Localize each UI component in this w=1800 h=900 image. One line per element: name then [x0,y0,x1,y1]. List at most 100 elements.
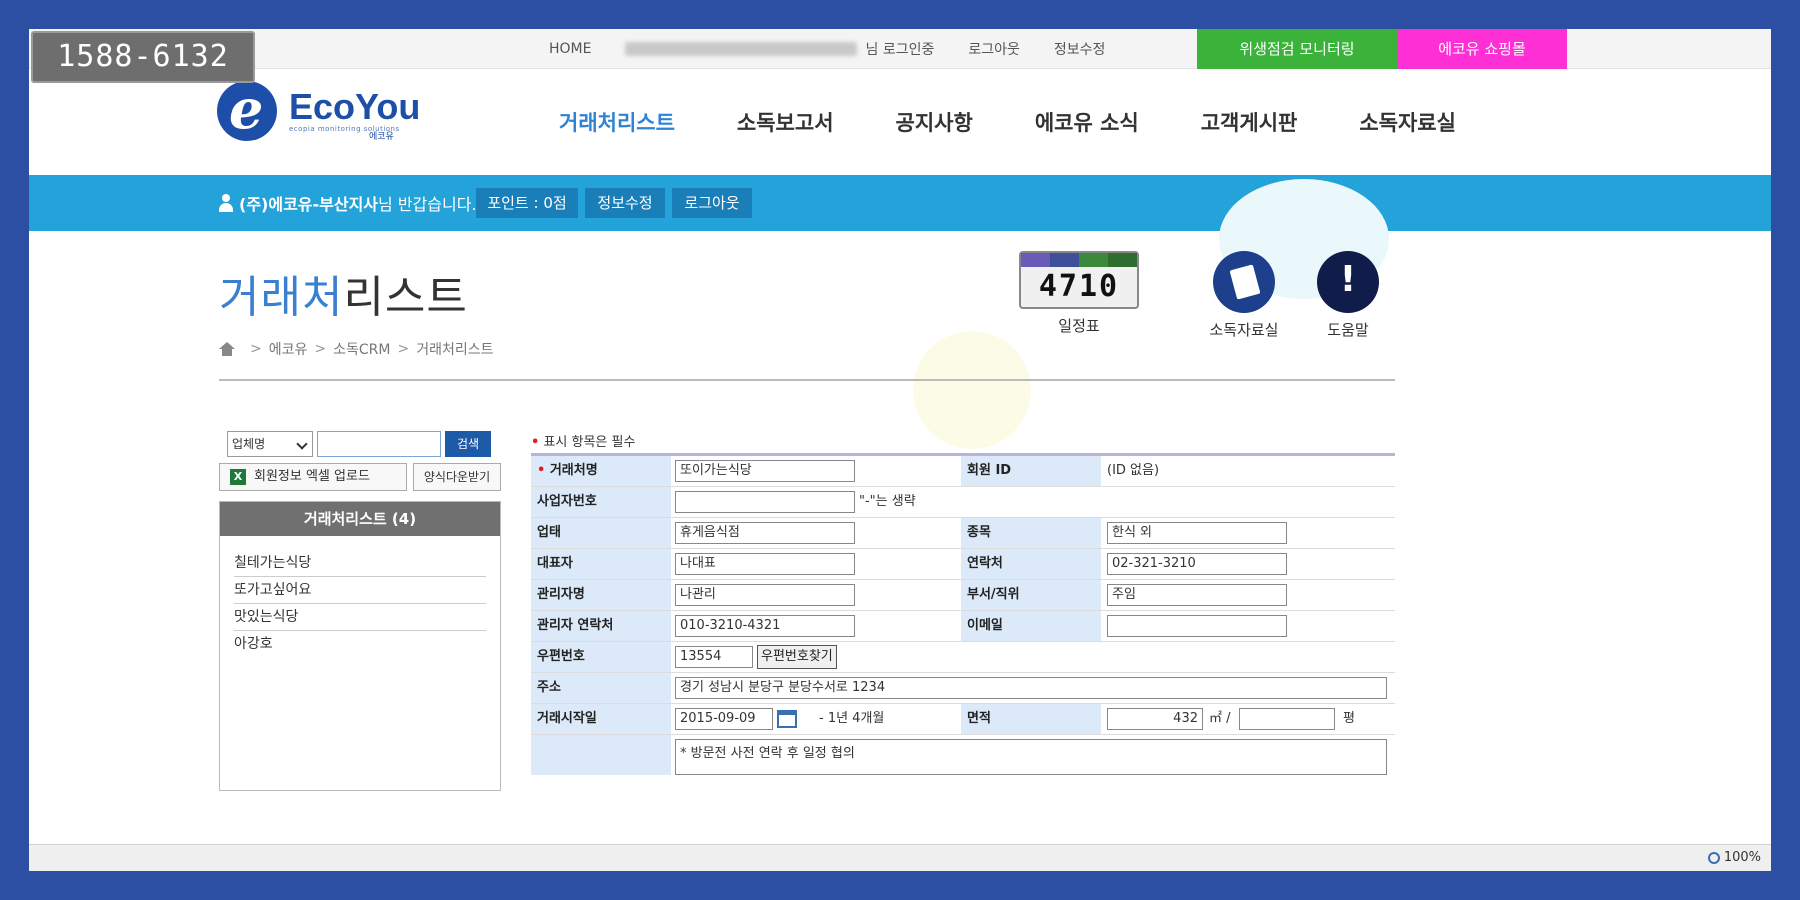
category-label: 종목 [961,518,1101,548]
manager-field[interactable]: 나관리 [675,584,855,606]
breadcrumb-item[interactable]: 소독CRM [333,339,390,359]
points-button[interactable]: 포인트 : 0점 [476,188,578,218]
form-row: * 방문전 사전 연락 후 일정 협의 [531,735,1395,775]
form-row: 사업자번호 "-"는 생략 [531,487,1395,518]
form-row: 관리자 연락처 010-3210-4321 이메일 [531,611,1395,642]
nav-notice[interactable]: 공지사항 [896,107,973,137]
address-field[interactable]: 경기 성남시 분당구 분당수서로 1234 [675,677,1387,699]
zoom-indicator[interactable]: 100% [1707,845,1761,871]
start-date-field[interactable]: 2015-09-09 [675,708,773,730]
industry-label: 업태 [531,518,671,548]
contact-field[interactable]: 02-321-3210 [1107,553,1287,575]
area-pyeong-field[interactable] [1239,708,1335,730]
area-unit-m2: ㎡ / [1209,711,1231,726]
quick-help[interactable]: ! 도움말 [1313,251,1383,340]
member-logout-button[interactable]: 로그아웃 [672,188,752,218]
email-field[interactable] [1107,615,1287,637]
search-type-select[interactable]: 업체명 [227,431,313,457]
member-name: (주)에코유-부산지사 [239,195,379,214]
page-title-rest: 리스트 [343,272,468,323]
quick-calendar[interactable]: 4710 일정표 [1019,251,1139,336]
form-row: 업태 휴게음식점 종목 한식 외 [531,518,1395,549]
breadcrumb-separator: > [397,341,410,357]
phone-number-badge: 1588-6132 [31,31,255,83]
email-label: 이메일 [961,611,1101,641]
page-title: 거래처리스트 [219,261,468,325]
decoration-circle [913,331,1031,449]
start-date-label: 거래시작일 [531,704,671,734]
dept-field[interactable]: 주임 [1107,584,1287,606]
nav-ecoyou-news[interactable]: 에코유 소식 [1035,107,1139,137]
page-title-highlight: 거래처 [219,272,344,323]
format-download-button[interactable]: 양식다운받기 [413,463,501,491]
blurred-username [625,42,858,56]
zoom-level: 100% [1723,850,1761,865]
logo-brand: EcoYou [289,86,421,127]
member-edit-button[interactable]: 정보수정 [585,188,665,218]
list-item[interactable]: 아강호 [234,631,486,658]
welcome-message: (주)에코유-부산지사 님 반갑습니다. [219,175,477,231]
area-m2-field[interactable]: 432 [1107,708,1203,730]
zoom-icon [1707,852,1720,864]
welcome-suffix: 님 반갑습니다. [378,195,477,214]
ceo-field[interactable]: 나대표 [675,553,855,575]
logo-korean: 에코유 [369,132,394,142]
list-item[interactable]: 칠테가는식당 [234,550,486,577]
biz-no-field[interactable] [675,491,855,513]
industry-field[interactable]: 휴게음식점 [675,522,855,544]
client-name-field[interactable]: 또이가는식당 [675,460,855,482]
client-list-title: 거래처리스트 (4) [220,502,500,536]
home-link[interactable]: HOME [549,41,591,57]
biz-no-hint: "-"는 생략 [859,494,916,509]
help-label: 도움말 [1327,321,1369,339]
nav-disinfection-library[interactable]: 소독자료실 [1359,107,1456,137]
required-note: • 표시 항목은 필수 [531,431,635,450]
logout-link[interactable]: 로그아웃 [968,39,1020,59]
shop-button[interactable]: 에코유 쇼핑몰 [1397,29,1567,69]
dept-label: 부서/직위 [961,580,1101,610]
contact-label: 연락처 [961,549,1101,579]
logo-e-icon [217,77,277,141]
zip-label: 우편번호 [531,642,671,672]
manager-contact-label: 관리자 연락처 [531,611,671,641]
form-row: 주소 경기 성남시 분당구 분당수서로 1234 [531,673,1395,704]
calendar-picker-icon[interactable] [777,710,797,728]
ceo-label: 대표자 [531,549,671,579]
list-item[interactable]: 또가고싶어요 [234,577,486,604]
docs-label: 소독자료실 [1209,321,1279,339]
main-navigation: 거래처리스트 소독보고서 공지사항 에코유 소식 고객게시판 소독자료실 [559,69,1518,175]
excel-upload-button[interactable]: X 회원정보 엑셀 업로드 [219,463,407,491]
memo-textarea[interactable]: * 방문전 사전 연락 후 일정 협의 [675,739,1387,775]
breadcrumb-item[interactable]: 에코유 [269,339,308,359]
excel-upload-label: 회원정보 엑셀 업로드 [254,469,370,484]
quick-docs[interactable]: 소독자료실 [1199,251,1289,340]
search-input[interactable] [317,431,441,457]
edit-info-link[interactable]: 정보수정 [1054,39,1106,59]
zip-field[interactable]: 13554 [675,646,753,668]
exclamation-icon: ! [1317,251,1379,313]
category-field[interactable]: 한식 외 [1107,522,1287,544]
manager-contact-field[interactable]: 010-3210-4321 [675,615,855,637]
user-icon [219,194,233,212]
client-form: • 거래처명 또이가는식당 회원 ID (ID 없음) 사업자번호 "-"는 생… [531,456,1395,775]
top-utility-bar: HOME 님 로그인중 로그아웃 정보수정 위생점검 모니터링 에코유 쇼핑몰 [29,29,1771,69]
start-elapsed: - 1년 4개월 [819,711,885,726]
breadcrumb-item[interactable]: 거래처리스트 [416,339,493,359]
nav-client-list[interactable]: 거래처리스트 [559,107,675,137]
search-button[interactable]: 검색 [445,431,491,457]
required-marker: • [531,435,540,450]
area-unit-pyeong: 평 [1343,711,1355,726]
nav-disinfection-report[interactable]: 소독보고서 [737,107,834,137]
list-item[interactable]: 맛있는식당 [234,604,486,631]
client-list-panel: 거래처리스트 (4) 칠테가는식당 또가고싶어요 맛있는식당 아강호 [219,501,501,791]
calendar-icon: 4710 [1019,251,1139,309]
nav-customer-board[interactable]: 고객게시판 [1201,107,1298,137]
address-label: 주소 [531,673,671,703]
zip-search-button[interactable]: 우편번호찾기 [757,645,837,669]
title-divider [219,379,1395,381]
form-row: 거래시작일 2015-09-09 - 1년 4개월 면적 432 ㎡ / 평 [531,704,1395,735]
form-row: 관리자명 나관리 부서/직위 주임 [531,580,1395,611]
home-icon[interactable] [219,342,235,356]
document-icon [1213,251,1275,313]
hygiene-monitoring-button[interactable]: 위생점검 모니터링 [1197,29,1397,69]
